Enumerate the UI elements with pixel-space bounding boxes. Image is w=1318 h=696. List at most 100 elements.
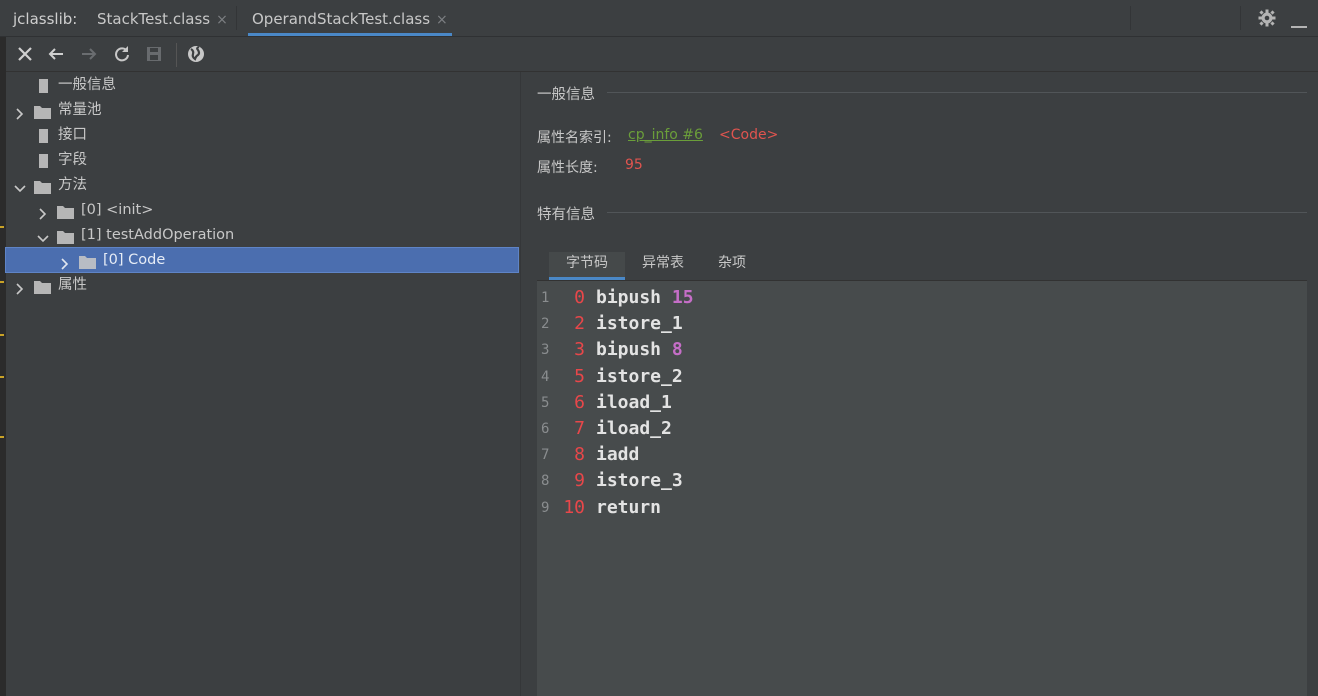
bytecode-instruction: istore_1 [596, 311, 683, 337]
tree-item-label: [0] Code [103, 252, 166, 268]
tab-separator [1240, 6, 1241, 30]
bytecode-offset: 10 [563, 496, 585, 518]
opcode: bipush [596, 339, 662, 361]
tab-bar: jclasslib: StackTest.class × OperandStack… [0, 0, 1318, 37]
tree-item-label: 一般信息 [58, 77, 116, 93]
refresh-icon[interactable] [111, 43, 133, 65]
back-arrow-icon[interactable] [45, 43, 67, 65]
file-icon [36, 128, 52, 143]
tab-label: StackTest.class [97, 10, 211, 28]
opcode: istore_1 [596, 313, 683, 335]
close-icon[interactable]: × [216, 12, 228, 28]
toolbar [6, 37, 1318, 72]
tab-separator [236, 6, 237, 30]
tree-item-label: 接口 [58, 127, 87, 143]
line-number: 8 [541, 473, 550, 490]
line-number: 6 [541, 421, 550, 437]
tab-exception-table[interactable]: 异常表 [625, 252, 701, 280]
tab-operandstacktest[interactable]: OperandStackTest.class × [248, 0, 452, 36]
bytecode-offset: 3 [574, 339, 585, 361]
folder-icon [79, 253, 96, 269]
folder-icon [34, 103, 51, 119]
folder-icon [34, 278, 51, 294]
line-number: 7 [541, 447, 550, 464]
bytecode-offset: 7 [574, 418, 585, 439]
attr-length-value: 95 [625, 157, 643, 173]
tree-item-code[interactable]: [0] Code [5, 247, 519, 273]
toolbar-separator [176, 43, 177, 67]
section-divider [607, 212, 1307, 213]
minimize-icon[interactable] [1291, 17, 1307, 33]
detail-panel: 一般信息 属性名索引: cp_info #6 <Code> 属性长度: 95 特… [521, 72, 1318, 696]
bytecode-instruction: iadd [596, 442, 639, 468]
chevron-down-icon[interactable] [14, 179, 26, 193]
tree-item-label: 字段 [58, 152, 87, 168]
tree-item-label: [1] testAddOperation [81, 227, 235, 243]
app-label: jclasslib: [13, 10, 78, 28]
chevron-right-icon[interactable] [59, 254, 71, 270]
opcode: iload_1 [596, 391, 672, 413]
tree-item-constant-pool[interactable]: 常量池 [6, 98, 518, 122]
bytecode-instruction: iload_1 [596, 390, 672, 416]
forward-arrow-icon[interactable] [78, 43, 100, 65]
bytecode-view[interactable]: 1 0 bipush 15 2 2 istore_1 3 3 bipush 8 4 5 istore_… [537, 281, 1307, 696]
tree-item-attributes[interactable]: 属性 [6, 273, 518, 297]
tab-separator [1130, 6, 1131, 30]
chevron-down-icon[interactable] [37, 229, 49, 243]
opcode: iload_2 [596, 418, 672, 439]
tree-item-fields[interactable]: 字段 [6, 148, 518, 172]
line-number: 1 [541, 290, 550, 306]
tree-item-method-testaddoperation[interactable]: [1] testAddOperation [6, 223, 518, 247]
save-icon[interactable] [143, 43, 165, 65]
bytecode-line: 9 10 return [537, 495, 1307, 521]
bytecode-instruction: istore_2 [596, 364, 683, 390]
section-title-general: 一般信息 [537, 87, 595, 103]
chevron-right-icon[interactable] [14, 279, 26, 295]
opcode: iadd [596, 444, 640, 466]
close-icon[interactable] [14, 43, 36, 65]
bytecode-line: 5 6 iload_1 [537, 390, 1307, 416]
operand: 8 [671, 339, 683, 361]
tree-item-interfaces[interactable]: 接口 [6, 123, 518, 147]
tree-item-general-info[interactable]: 一般信息 [6, 73, 518, 97]
bytecode-offset: 2 [574, 313, 585, 335]
line-number: 9 [541, 499, 550, 516]
bytecode-line: 1 0 bipush 15 [537, 285, 1307, 311]
chevron-right-icon[interactable] [14, 104, 26, 120]
section-title-specific: 特有信息 [537, 207, 595, 223]
opcode: istore_3 [596, 470, 683, 492]
bytecode-offset: 5 [574, 365, 585, 387]
tree-item-method-init[interactable]: [0] <init> [6, 198, 518, 222]
opcode: return [596, 496, 662, 518]
tab-bytecode[interactable]: 字节码 [549, 252, 625, 280]
bytecode-offset: 0 [574, 287, 585, 308]
bytecode-line: 2 2 istore_1 [537, 311, 1307, 337]
tree-item-methods[interactable]: 方法 [6, 173, 518, 197]
section-divider [607, 92, 1307, 93]
tab-misc[interactable]: 杂项 [701, 252, 763, 280]
gear-icon[interactable] [1257, 8, 1277, 32]
tree-item-label: 常量池 [58, 102, 102, 118]
tree-item-label: [0] <init> [81, 202, 154, 218]
bytecode-line: 7 8 iadd [537, 442, 1307, 468]
bytecode-line: 6 7 iload_2 [537, 416, 1307, 442]
line-number: 2 [541, 316, 550, 333]
tab-label: OperandStackTest.class [252, 10, 431, 28]
bytecode-line: 4 5 istore_2 [537, 364, 1307, 390]
folder-icon [57, 203, 74, 219]
attr-length-label: 属性长度: [537, 160, 598, 176]
tree-item-label: 属性 [58, 277, 87, 293]
line-number: 5 [541, 394, 550, 411]
attr-name-index-label: 属性名索引: [537, 130, 612, 146]
attr-name-value: <Code> [719, 127, 779, 143]
tab-stacktest[interactable]: StackTest.class × [93, 0, 232, 36]
bytecode-instruction: iload_2 [596, 416, 672, 442]
bytecode-offset: 8 [574, 444, 585, 466]
cp-info-link[interactable]: cp_info #6 [628, 127, 703, 143]
file-icon [36, 153, 52, 168]
globe-icon[interactable] [185, 43, 207, 65]
chevron-right-icon[interactable] [37, 204, 49, 220]
bytecode-offset: 6 [574, 391, 585, 413]
close-icon[interactable]: × [436, 12, 448, 28]
bytecode-offset: 9 [574, 470, 585, 492]
